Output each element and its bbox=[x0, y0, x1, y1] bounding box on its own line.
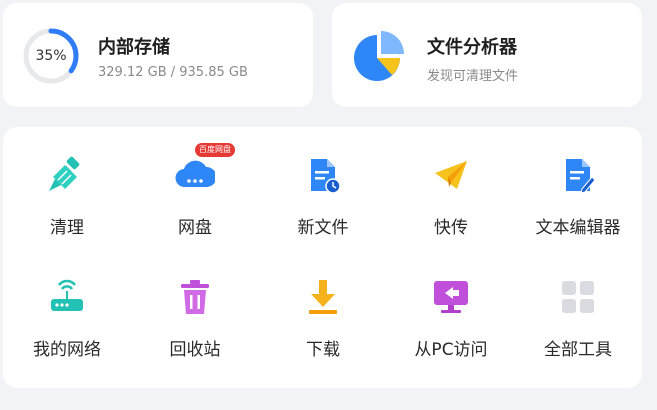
broom-icon bbox=[47, 155, 87, 195]
tool-label: 回收站 bbox=[169, 340, 221, 360]
tool-label: 全部工具 bbox=[544, 340, 612, 360]
storage-usage-text: 329.12 GB / 935.85 GB bbox=[98, 65, 248, 80]
storage-title: 内部存储 bbox=[98, 37, 170, 58]
new-file-icon bbox=[303, 155, 343, 195]
tools-panel: 清理 百度网盘 网盘 新文件 快传 文本编辑器 我的网络 回收站 下载 从PC访… bbox=[3, 127, 642, 388]
download-icon bbox=[303, 277, 343, 317]
cloud-drive-icon: 百度网盘 bbox=[175, 143, 235, 195]
trash-icon bbox=[175, 277, 215, 317]
text-editor-icon bbox=[558, 155, 598, 195]
tool-my-network[interactable]: 我的网络 bbox=[3, 249, 131, 360]
storage-usage-ring: 35% bbox=[21, 26, 81, 86]
tool-new-files[interactable]: 新文件 bbox=[259, 127, 387, 238]
file-analyzer-card[interactable]: 文件分析器 发现可清理文件 bbox=[332, 3, 642, 107]
tool-label: 从PC访问 bbox=[414, 340, 488, 360]
tool-all-tools[interactable]: 全部工具 bbox=[514, 249, 642, 360]
paper-plane-icon bbox=[431, 155, 471, 195]
tool-access-from-pc[interactable]: 从PC访问 bbox=[387, 249, 515, 360]
tool-label: 清理 bbox=[50, 218, 84, 238]
analyzer-subtitle: 发现可清理文件 bbox=[427, 69, 519, 84]
pie-chart-icon bbox=[352, 29, 406, 83]
tool-text-editor[interactable]: 文本编辑器 bbox=[514, 127, 642, 238]
pc-access-icon bbox=[431, 277, 471, 317]
tool-quick-transfer[interactable]: 快传 bbox=[387, 127, 515, 238]
tool-downloads[interactable]: 下载 bbox=[259, 249, 387, 360]
storage-percent: 35% bbox=[35, 48, 67, 64]
tool-label: 网盘 bbox=[178, 218, 212, 238]
router-icon bbox=[47, 277, 87, 317]
tool-clean[interactable]: 清理 bbox=[3, 127, 131, 238]
tool-cloud-drive[interactable]: 百度网盘 网盘 bbox=[131, 127, 259, 238]
tool-label: 下载 bbox=[306, 340, 340, 360]
analyzer-title: 文件分析器 bbox=[427, 37, 517, 58]
tool-recycle-bin[interactable]: 回收站 bbox=[131, 249, 259, 360]
tool-label: 文本编辑器 bbox=[535, 218, 621, 238]
all-tools-grid-icon bbox=[558, 277, 598, 317]
baidu-badge: 百度网盘 bbox=[195, 143, 235, 157]
tool-label: 快传 bbox=[434, 218, 468, 238]
tool-label: 我的网络 bbox=[33, 340, 101, 360]
internal-storage-card[interactable]: 35% 内部存储 329.12 GB / 935.85 GB bbox=[3, 3, 313, 107]
tool-label: 新文件 bbox=[297, 218, 349, 238]
